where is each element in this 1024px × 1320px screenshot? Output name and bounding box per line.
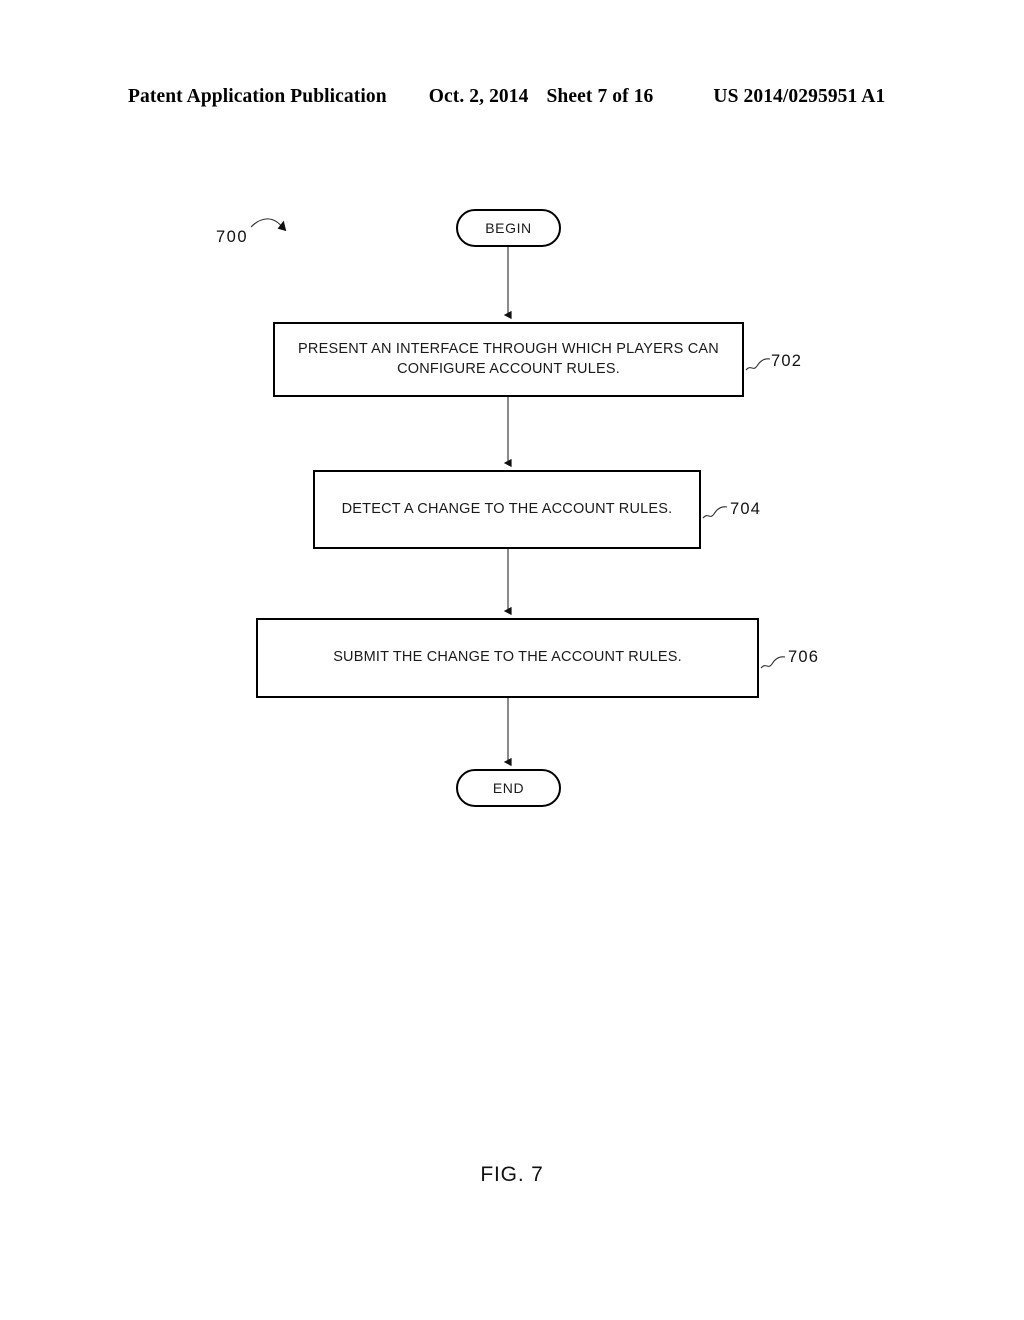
leader-line-702 (745, 358, 771, 371)
ref-numeral-704: 704 (730, 500, 762, 518)
node-step-706-label: SUBMIT THE CHANGE TO THE ACCOUNT RULES. (333, 649, 682, 666)
node-begin[interactable]: BEGIN (456, 209, 561, 247)
leader-line-704 (702, 506, 728, 519)
flowchart-figure: BEGIN PRESENT AN INTERFACE THROUGH WHICH… (0, 0, 1024, 1320)
node-step-706[interactable]: SUBMIT THE CHANGE TO THE ACCOUNT RULES. (256, 618, 759, 698)
leader-line-706 (760, 656, 786, 669)
node-step-702-label: PRESENT AN INTERFACE THROUGH WHICH PLAYE… (298, 341, 719, 377)
node-begin-label: BEGIN (485, 219, 532, 236)
figure-caption: FIG. 7 (480, 1163, 544, 1186)
node-step-704[interactable]: DETECT A CHANGE TO THE ACCOUNT RULES. (313, 470, 701, 549)
node-step-702[interactable]: PRESENT AN INTERFACE THROUGH WHICH PLAYE… (273, 322, 744, 397)
ref-numeral-700: 700 (216, 228, 249, 246)
node-end[interactable]: END (456, 769, 561, 807)
diagram-ref-arrow (250, 218, 287, 232)
node-step-704-label: DETECT A CHANGE TO THE ACCOUNT RULES. (341, 500, 673, 517)
ref-numeral-702: 702 (771, 352, 803, 370)
node-end-label: END (492, 779, 525, 796)
ref-numeral-706: 706 (788, 648, 820, 666)
